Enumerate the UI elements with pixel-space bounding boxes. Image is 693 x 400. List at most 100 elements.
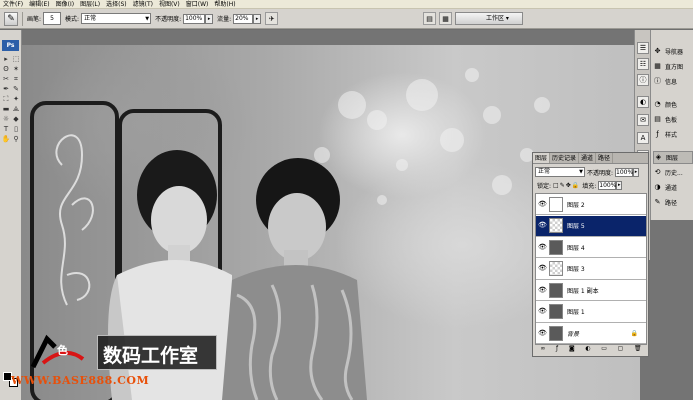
mode-value: 正常 <box>84 15 97 22</box>
panel-item[interactable]: ✥ 导航器 <box>653 45 693 58</box>
watermark-url: WWW.BASE888.COM <box>11 374 150 387</box>
opacity-slider-button[interactable]: ▸ <box>205 13 214 24</box>
airbrush-icon[interactable]: ✈ <box>265 12 279 25</box>
tool-11-icon[interactable]: ⟁ <box>11 104 21 114</box>
tool-7-icon[interactable]: ✎ <box>11 84 21 94</box>
panel-item[interactable]: ◈ 图层 <box>653 151 693 164</box>
panel-item-icon: ✥ <box>654 47 661 55</box>
layer-row[interactable]: 👁 图层 1 副本 <box>536 280 646 301</box>
tool-8-icon[interactable]: ⛶ <box>1 94 11 104</box>
tool-12-icon[interactable]: ☼ <box>1 114 11 124</box>
brush-tool-preset-icon[interactable]: ✎ <box>4 11 18 26</box>
group-icon[interactable]: ▭ <box>601 345 607 354</box>
menu-image[interactable]: 图像(I) <box>56 0 74 9</box>
blend-mode-select[interactable]: 正常 ▼ <box>535 167 585 177</box>
menu-file[interactable]: 文件(F) <box>3 0 23 9</box>
dock-button-2-icon[interactable]: ⓘ <box>637 74 649 86</box>
dock-button-1-icon[interactable]: ☷ <box>637 58 649 70</box>
file-browser-icon[interactable]: ▤ <box>423 12 436 25</box>
layer-row[interactable]: 👁 图层 5 <box>536 215 646 237</box>
tab-history[interactable]: 历史记录 <box>550 153 580 163</box>
eye-icon[interactable]: 👁 <box>538 264 547 273</box>
layer-row[interactable]: 👁 图层 3 <box>536 258 646 280</box>
tool-13-icon[interactable]: ◆ <box>11 114 21 124</box>
dock-button-0-icon[interactable]: ☰ <box>637 42 649 54</box>
panel-item[interactable]: ⟲ 历史... <box>653 166 693 179</box>
layer-thumbnail <box>549 282 563 298</box>
tool-0-icon[interactable]: ▸ <box>1 54 11 64</box>
eye-icon[interactable]: 👁 <box>538 286 547 295</box>
tool-17-icon[interactable]: ⚲ <box>11 134 21 144</box>
tool-4-icon[interactable]: ✂ <box>1 74 11 84</box>
tool-16-icon[interactable]: ✋ <box>1 134 11 144</box>
layers-panel-tabs: 图层 历史记录 通道 路径 <box>533 153 648 164</box>
layer-opacity-slider-button[interactable]: ▸ <box>633 167 640 177</box>
tool-10-icon[interactable]: ▬ <box>1 104 11 114</box>
panel-item[interactable]: ▤ 色板 <box>653 113 693 126</box>
brush-size-picker[interactable]: 5 <box>43 12 62 25</box>
tool-15-icon[interactable]: ▯ <box>11 124 21 134</box>
opacity-input[interactable]: 100% <box>183 13 206 24</box>
mask-icon[interactable]: ◙ <box>569 345 575 354</box>
panel-item-label: 导航器 <box>665 49 684 56</box>
dock-button-3-icon[interactable]: ◐ <box>637 96 649 108</box>
flow-input[interactable]: 20% <box>233 13 254 24</box>
menu-select[interactable]: 选择(S) <box>106 0 127 9</box>
trash-icon[interactable]: 🗑 <box>634 345 642 354</box>
mode-select[interactable]: 正常 ▼ <box>81 13 152 24</box>
menu-help[interactable]: 帮助(H) <box>214 0 235 9</box>
eye-icon[interactable]: 👁 <box>538 221 547 230</box>
panel-item[interactable]: ƒ 样式 <box>653 128 693 141</box>
layer-thumbnail <box>549 261 563 276</box>
brush-size-value: 5 <box>50 15 54 22</box>
new-layer-icon[interactable]: ▢ <box>618 345 624 354</box>
layer-opacity-label: 不透明度: <box>587 169 614 177</box>
tab-paths[interactable]: 路径 <box>596 153 614 163</box>
panel-item[interactable]: ▦ 直方图 <box>653 60 693 73</box>
photoshop-logo[interactable]: Ps <box>2 40 19 51</box>
layers-panel: 图层 历史记录 通道 路径 正常 ▼ 不透明度: 100% ▸ 锁定: □✎✥🔒 … <box>532 152 649 357</box>
dock-button-4-icon[interactable]: ✉ <box>637 114 649 126</box>
menu-view[interactable]: 视图(V) <box>159 0 180 9</box>
tool-6-icon[interactable]: ✒ <box>1 84 11 94</box>
panel-item[interactable]: ✎ 路径 <box>653 196 693 209</box>
panel-item-icon: ƒ <box>656 130 659 138</box>
dock-button-5-icon[interactable]: A <box>637 132 649 144</box>
menu-edit[interactable]: 编辑(E) <box>29 0 49 9</box>
tool-14-icon[interactable]: T <box>1 124 11 134</box>
layer-style-icon[interactable]: ƒ <box>556 345 558 354</box>
fill-slider-button[interactable]: ▸ <box>616 180 623 190</box>
layer-row[interactable]: 👁 图层 1 <box>536 301 646 323</box>
flow-slider-button[interactable]: ▸ <box>253 13 262 24</box>
tool-3-icon[interactable]: ✶ <box>11 64 21 74</box>
link-icon[interactable]: ∞ <box>540 345 545 354</box>
fill-input[interactable]: 100% <box>598 180 616 190</box>
menu-filter[interactable]: 滤镜(T) <box>133 0 153 9</box>
tab-layers[interactable]: 图层 <box>533 153 551 163</box>
panel-item[interactable]: ◑ 通道 <box>653 181 693 194</box>
layer-list: 👁 图层 2 👁 图层 5 👁 图层 4 👁 图层 3 👁 图层 1 副本 👁 图层 1 👁 背景 🔒 <box>535 193 647 345</box>
eye-icon[interactable]: 👁 <box>538 307 547 316</box>
layer-row[interactable]: 👁 图层 2 <box>536 194 646 215</box>
tab-channels[interactable]: 通道 <box>579 153 597 163</box>
panel-item-icon: ▦ <box>654 62 661 70</box>
layer-opacity-input[interactable]: 100% <box>615 167 633 177</box>
adjustment-icon[interactable]: ◐ <box>585 345 590 354</box>
panel-item[interactable]: ◔ 颜色 <box>653 98 693 111</box>
workspace-button[interactable]: 工作区 ▾ <box>455 12 523 25</box>
eye-icon[interactable]: 👁 <box>538 329 547 338</box>
palette-well-icon[interactable]: ▦ <box>439 12 452 25</box>
eye-icon[interactable]: 👁 <box>538 243 547 252</box>
tool-9-icon[interactable]: ✦ <box>11 94 21 104</box>
panel-item[interactable]: ⓘ 信息 <box>653 75 693 88</box>
layer-row[interactable]: 👁 背景 🔒 <box>536 323 646 344</box>
menu-layer[interactable]: 图层(L) <box>80 0 100 9</box>
tool-1-icon[interactable]: ⬚ <box>11 54 21 64</box>
eye-icon[interactable]: 👁 <box>538 200 547 209</box>
layer-row[interactable]: 👁 图层 4 <box>536 237 646 258</box>
fill-label: 填充: <box>582 182 597 190</box>
tool-5-icon[interactable]: ⌗ <box>11 74 21 84</box>
menu-window[interactable]: 窗口(W) <box>186 0 209 9</box>
lock-icons[interactable]: □✎✥🔒 <box>553 182 580 189</box>
tool-2-icon[interactable]: ʘ <box>1 64 11 74</box>
